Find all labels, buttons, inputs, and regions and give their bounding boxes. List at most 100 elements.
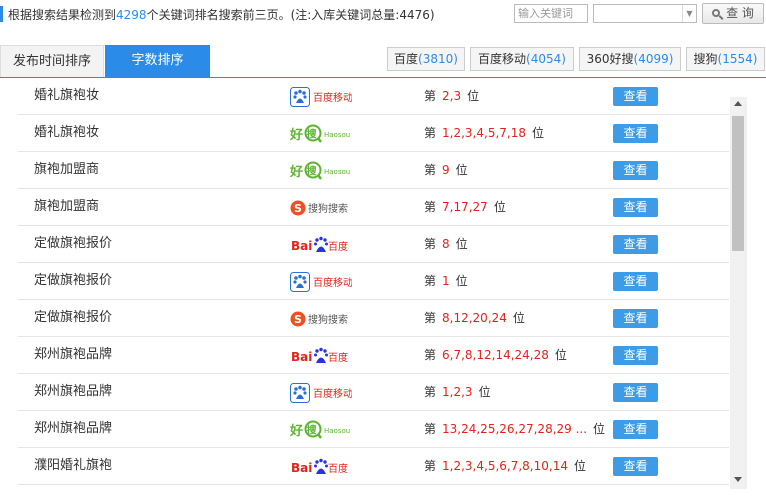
baidu-mobile-logo: 百度移动 [290,272,352,292]
rank-positions: 1,2,3,4,5,7,18 [442,126,526,140]
summary-middle: 个关键词排名搜索前三页。 [146,8,291,22]
rank-positions: 6,7,8,12,14,24,28 [442,348,549,362]
rank-prefix: 第 [424,348,437,362]
rank-info: 第 1,2,3,4,5,7,18 位 [424,115,544,151]
query-button[interactable]: 查 询 [702,3,764,24]
rank-positions: 1,2,3,4,5,6,7,8,10,14 [442,459,568,473]
svg-text:百度移动: 百度移动 [313,387,352,400]
list-item: 濮阳婚礼旗袍 Bai 百度 第 1,2,3,4,5,6,7,8,10,14 位 查看 [18,448,729,485]
baidu-logo: Bai 百度 [291,347,348,364]
rank-info: 第 8,12,20,24 位 [424,300,525,336]
rank-suffix: 位 [467,89,480,103]
rank-positions: 13,24,25,26,27,28,29 ... [442,422,588,436]
haosou-logo: 好 搜 Haosou [290,161,350,180]
rank-info: 第 13,24,25,26,27,28,29 ... 位 [424,411,605,447]
view-button[interactable]: 查看 [613,309,658,328]
svg-text:百度: 百度 [328,351,348,364]
keyword-text: 郑州旗袍品牌 [34,421,113,436]
keyword-text: 婚礼旗袍妆 [34,88,100,103]
engine-select[interactable]: ▼ [593,4,697,23]
rank-prefix: 第 [424,274,437,288]
rank-positions: 8,12,20,24 [442,311,507,325]
svg-text:搜狗搜索: 搜狗搜索 [308,202,348,215]
rank-info: 第8位 [424,226,468,262]
keyword-text: 定做旗袍报价 [34,310,113,325]
view-button[interactable]: 查看 [613,87,658,106]
engine-tab-baidu[interactable]: 百度(3810) [387,47,465,71]
rank-info: 第 1,2,3 位 [424,374,491,410]
view-button[interactable]: 查看 [613,346,658,365]
view-button[interactable]: 查看 [613,198,658,217]
rank-suffix: 位 [493,200,506,214]
rank-prefix: 第 [424,237,437,251]
rank-positions: 8 [442,237,450,251]
rank-suffix: 位 [573,459,586,473]
baidu-logo: Bai 百度 [291,458,348,475]
summary-prefix: 根据搜索结果检测到 [8,8,117,22]
rank-suffix: 位 [531,126,544,140]
engine-tab-count: (3810) [418,52,458,66]
tab-count-sort[interactable]: 字数排序 [105,45,210,78]
engine-tab-count: (4054) [526,52,566,66]
svg-text:百度移动: 百度移动 [313,276,352,289]
svg-text:Haosou: Haosou [324,131,350,139]
rank-prefix: 第 [424,200,437,214]
engine-tab-360[interactable]: 360好搜(4099) [579,47,681,71]
keyword-text: 定做旗袍报价 [34,236,113,251]
list-item: 旗袍加盟商 S 搜狗搜索 第 7,17,27 位 查看 [18,189,729,226]
keyword-search-input[interactable] [514,4,588,23]
chevron-down-icon[interactable]: ▼ [682,5,696,22]
list-item: 定做旗袍报价 S 搜狗搜索 第 8,12,20,24 位 查看 [18,300,729,337]
rank-suffix: 位 [478,385,491,399]
list-item: 婚礼旗袍妆 百度移动 第 2,3 位 查看 [18,85,729,115]
rank-prefix: 第 [424,422,437,436]
engine-tab-name: 搜狗 [693,52,718,66]
view-button[interactable]: 查看 [613,457,658,476]
svg-text:S: S [294,313,302,326]
engine-tab-sogou[interactable]: 搜狗(1554) [686,47,765,71]
baidu-logo: Bai 百度 [291,236,348,253]
view-button[interactable]: 查看 [613,383,658,402]
rank-info: 第 1,2,3,4,5,6,7,8,10,14 位 [424,448,586,484]
keyword-text: 郑州旗袍品牌 [34,384,113,399]
rank-prefix: 第 [424,89,437,103]
list-item: 婚礼旗袍妆 好 搜 Haosou 第 1,2,3,4,5,7,18 位 查看 [18,115,729,152]
view-button[interactable]: 查看 [613,124,658,143]
scroll-up-arrow-icon[interactable] [734,101,742,106]
svg-text:Haosou: Haosou [324,168,350,176]
haosou-logo: 好 搜 Haosou [290,420,350,439]
rank-positions: 1,2,3 [442,385,473,399]
scrollbar-thumb[interactable] [732,116,744,251]
view-button[interactable]: 查看 [613,272,658,291]
sogou-logo: S 搜狗搜索 [290,200,348,216]
svg-text:Bai: Bai [291,350,312,364]
summary-bar: 根据搜索结果检测到4298个关键词排名搜索前三页。(注:入库关键词总量:4476… [0,0,766,30]
svg-text:搜狗搜索: 搜狗搜索 [308,313,348,326]
scroll-down-arrow-icon[interactable] [734,477,742,482]
svg-text:百度: 百度 [328,240,348,253]
view-button[interactable]: 查看 [613,161,658,180]
rank-suffix: 位 [455,163,468,177]
list-item: 定做旗袍报价 百度移动 第 1 位 查看 [18,263,729,300]
view-button[interactable]: 查看 [613,235,658,254]
rank-positions: 2,3 [442,89,462,103]
keyword-text: 郑州旗袍品牌 [34,347,113,362]
rank-suffix: 位 [593,422,606,436]
baidu-mobile-logo: 百度移动 [290,383,352,403]
summary-accent-mark [0,6,3,22]
summary-note: (注:入库关键词总量:4476) [290,8,435,22]
view-button[interactable]: 查看 [613,420,658,439]
svg-text:搜: 搜 [307,128,318,141]
summary-text: 根据搜索结果检测到4298个关键词排名搜索前三页。(注:入库关键词总量:4476… [8,6,435,23]
engine-tab-name: 360好搜 [586,52,634,66]
keyword-text: 濮阳婚礼旗袍 [34,458,113,473]
rank-info: 第9位 [424,152,468,188]
ranking-list: 婚礼旗袍妆 百度移动 第 2,3 位查看 婚礼旗袍妆 好 搜 Haosou 第 1,2,… [18,85,747,497]
keyword-text: 婚礼旗袍妆 [34,125,100,140]
rank-suffix: 位 [455,274,468,288]
engine-tab-baidu-mobile[interactable]: 百度移动(4054) [470,47,574,71]
tab-time-sort[interactable]: 发布时间排序 [0,45,104,78]
keyword-text: 定做旗袍报价 [34,273,113,288]
rank-info: 第 2,3 位 [424,85,479,114]
list-item: 旗袍加盟商 好 搜 Haosou 第 9 位 查看 [18,152,729,189]
